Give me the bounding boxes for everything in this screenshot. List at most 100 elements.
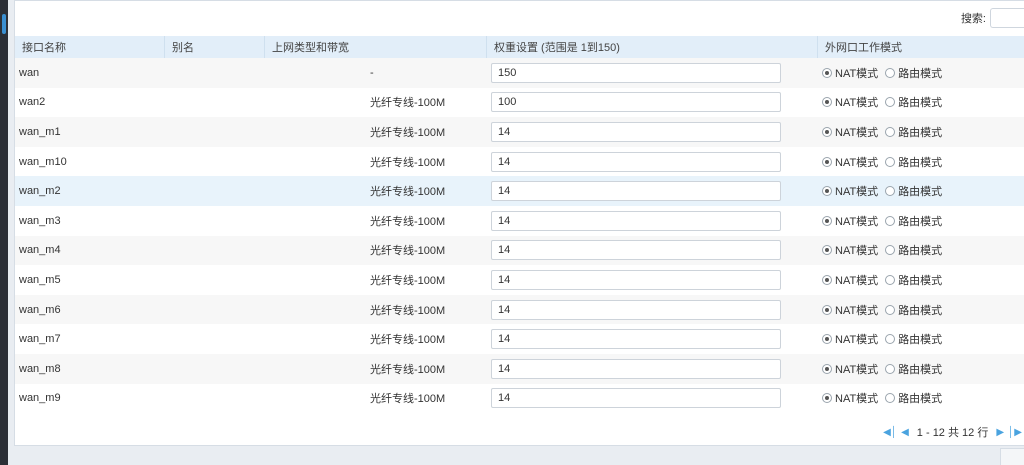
- page-info: 1 - 12 共 12 行: [916, 427, 989, 439]
- first-page-icon[interactable]: ◀│: [883, 427, 897, 438]
- nat-mode-radio[interactable]: [822, 186, 832, 197]
- search-input[interactable]: [990, 8, 1024, 28]
- next-page-icon[interactable]: ▶: [996, 427, 1004, 438]
- mode-cell: NAT模式 路由模式: [818, 117, 1024, 147]
- nat-mode-radio[interactable]: [822, 363, 832, 374]
- mode-cell: NAT模式 路由模式: [818, 295, 1024, 325]
- corner-button[interactable]: [1000, 448, 1024, 465]
- route-mode-label: 路由模式: [898, 334, 943, 347]
- nat-mode-radio[interactable]: [822, 274, 832, 285]
- table-row[interactable]: wan_m6 光纤专线-100M NAT模式 路由模式: [15, 294, 1024, 325]
- route-mode-radio[interactable]: [885, 186, 896, 197]
- weight-cell: [487, 295, 818, 325]
- weight-cell: [487, 176, 818, 206]
- route-mode-label: 路由模式: [898, 363, 943, 376]
- nat-mode-radio[interactable]: [822, 126, 832, 137]
- weight-input[interactable]: [491, 358, 781, 379]
- uplink-type: 光纤专线-100M: [370, 363, 446, 376]
- interface-name: wan_m1: [19, 125, 61, 138]
- weight-input[interactable]: [491, 92, 781, 113]
- table-row[interactable]: wan_m3 光纤专线-100M NAT模式 路由模式: [15, 206, 1024, 236]
- weight-cell: [487, 354, 818, 384]
- nat-mode-radio[interactable]: [822, 67, 832, 78]
- nat-mode-label: NAT模式: [835, 245, 879, 258]
- route-mode-radio[interactable]: [885, 245, 896, 256]
- nat-mode-radio[interactable]: [822, 215, 832, 226]
- uplink-type: 光纤专线-100M: [370, 126, 446, 139]
- weight-input[interactable]: [491, 62, 781, 83]
- weight-input[interactable]: [491, 299, 781, 320]
- table-row[interactable]: wan_m8 光纤专线-100M NAT模式 路由模式: [15, 353, 1024, 384]
- table-row[interactable]: wan_m10 光纤专线-100M NAT模式 路由模式: [15, 147, 1024, 177]
- route-mode-radio[interactable]: [885, 363, 896, 374]
- nat-mode-radio[interactable]: [822, 97, 832, 108]
- nat-mode-label: NAT模式: [835, 186, 879, 199]
- route-mode-radio[interactable]: [885, 97, 896, 108]
- route-mode-radio[interactable]: [885, 67, 896, 78]
- route-mode-radio[interactable]: [885, 156, 896, 167]
- nat-mode-label: NAT模式: [835, 304, 879, 317]
- interface-name: wan2: [19, 96, 46, 109]
- nat-mode-label: NAT模式: [835, 393, 879, 406]
- table-row[interactable]: wan_m2 光纤专线-100M NAT模式 路由模式: [15, 176, 1024, 206]
- weight-cell: [487, 58, 818, 88]
- nat-mode-radio[interactable]: [822, 304, 832, 315]
- weight-input[interactable]: [491, 121, 781, 142]
- weight-input[interactable]: [491, 240, 781, 261]
- mode-cell: NAT模式 路由模式: [818, 88, 1024, 118]
- nat-mode-label: NAT模式: [835, 156, 879, 169]
- interface-alias: [165, 58, 265, 88]
- last-page-icon[interactable]: │▶: [1008, 427, 1022, 438]
- interface-alias: [165, 265, 265, 295]
- search-bar: 搜索:: [961, 6, 1024, 30]
- nat-mode-radio[interactable]: [822, 393, 832, 404]
- col-header-mode[interactable]: 外网口工作模式: [818, 36, 1024, 58]
- weight-input[interactable]: [491, 210, 781, 231]
- nat-mode-radio[interactable]: [822, 156, 832, 167]
- mode-cell: NAT模式 路由模式: [818, 147, 1024, 177]
- table-row[interactable]: wan_m5 光纤专线-100M NAT模式 路由模式: [15, 265, 1024, 295]
- route-mode-label: 路由模式: [898, 274, 943, 287]
- weight-input[interactable]: [491, 329, 781, 350]
- mode-cell: NAT模式 路由模式: [818, 324, 1024, 354]
- nat-mode-radio[interactable]: [822, 245, 832, 256]
- weight-input[interactable]: [491, 151, 781, 172]
- table-row[interactable]: wan_m9 光纤专线-100M NAT模式 路由模式: [15, 384, 1024, 414]
- interface-name: wan_m2: [19, 185, 61, 198]
- col-header-alias[interactable]: 别名: [165, 36, 265, 58]
- route-mode-radio[interactable]: [885, 274, 896, 285]
- mode-cell: NAT模式 路由模式: [818, 265, 1024, 295]
- route-mode-radio[interactable]: [885, 304, 896, 315]
- mode-cell: NAT模式 路由模式: [818, 176, 1024, 206]
- col-header-name[interactable]: 接口名称: [15, 36, 165, 58]
- mode-cell: NAT模式 路由模式: [818, 58, 1024, 88]
- route-mode-radio[interactable]: [885, 393, 896, 404]
- route-mode-radio[interactable]: [885, 334, 896, 345]
- route-mode-radio[interactable]: [885, 215, 896, 226]
- weight-input[interactable]: [491, 181, 781, 202]
- interface-name: wan_m4: [19, 244, 61, 257]
- prev-page-icon[interactable]: ◀: [901, 427, 909, 438]
- table-row[interactable]: wan_m4 光纤专线-100M NAT模式 路由模式: [15, 235, 1024, 266]
- table-row[interactable]: wan - NAT模式 路由模式: [15, 58, 1024, 88]
- uplink-type: -: [370, 66, 374, 79]
- weight-cell: [487, 88, 818, 118]
- table-row[interactable]: wan_m7 光纤专线-100M NAT模式 路由模式: [15, 324, 1024, 354]
- weight-input[interactable]: [491, 269, 781, 290]
- col-header-uplink[interactable]: 上网类型和带宽: [265, 36, 487, 58]
- interface-alias: [165, 236, 265, 266]
- uplink-type: 光纤专线-100M: [370, 334, 446, 347]
- interface-alias: [165, 206, 265, 236]
- col-header-weight[interactable]: 权重设置 (范围是 1到150): [487, 36, 818, 58]
- interface-name: wan_m9: [19, 392, 61, 405]
- weight-input[interactable]: [491, 388, 781, 409]
- table-row[interactable]: wan2 光纤专线-100M NAT模式 路由模式: [15, 88, 1024, 118]
- weight-cell: [487, 324, 818, 354]
- nat-mode-radio[interactable]: [822, 334, 832, 345]
- interface-alias: [165, 117, 265, 147]
- route-mode-radio[interactable]: [885, 126, 896, 137]
- table-row[interactable]: wan_m1 光纤专线-100M NAT模式 路由模式: [15, 117, 1024, 147]
- nav-accent-marker: [2, 14, 6, 34]
- route-mode-label: 路由模式: [898, 304, 943, 317]
- wan-interface-panel: 搜索: 接口名称 别名 上网类型和带宽 权重设置 (范围是 1到150) 外网口…: [14, 0, 1024, 446]
